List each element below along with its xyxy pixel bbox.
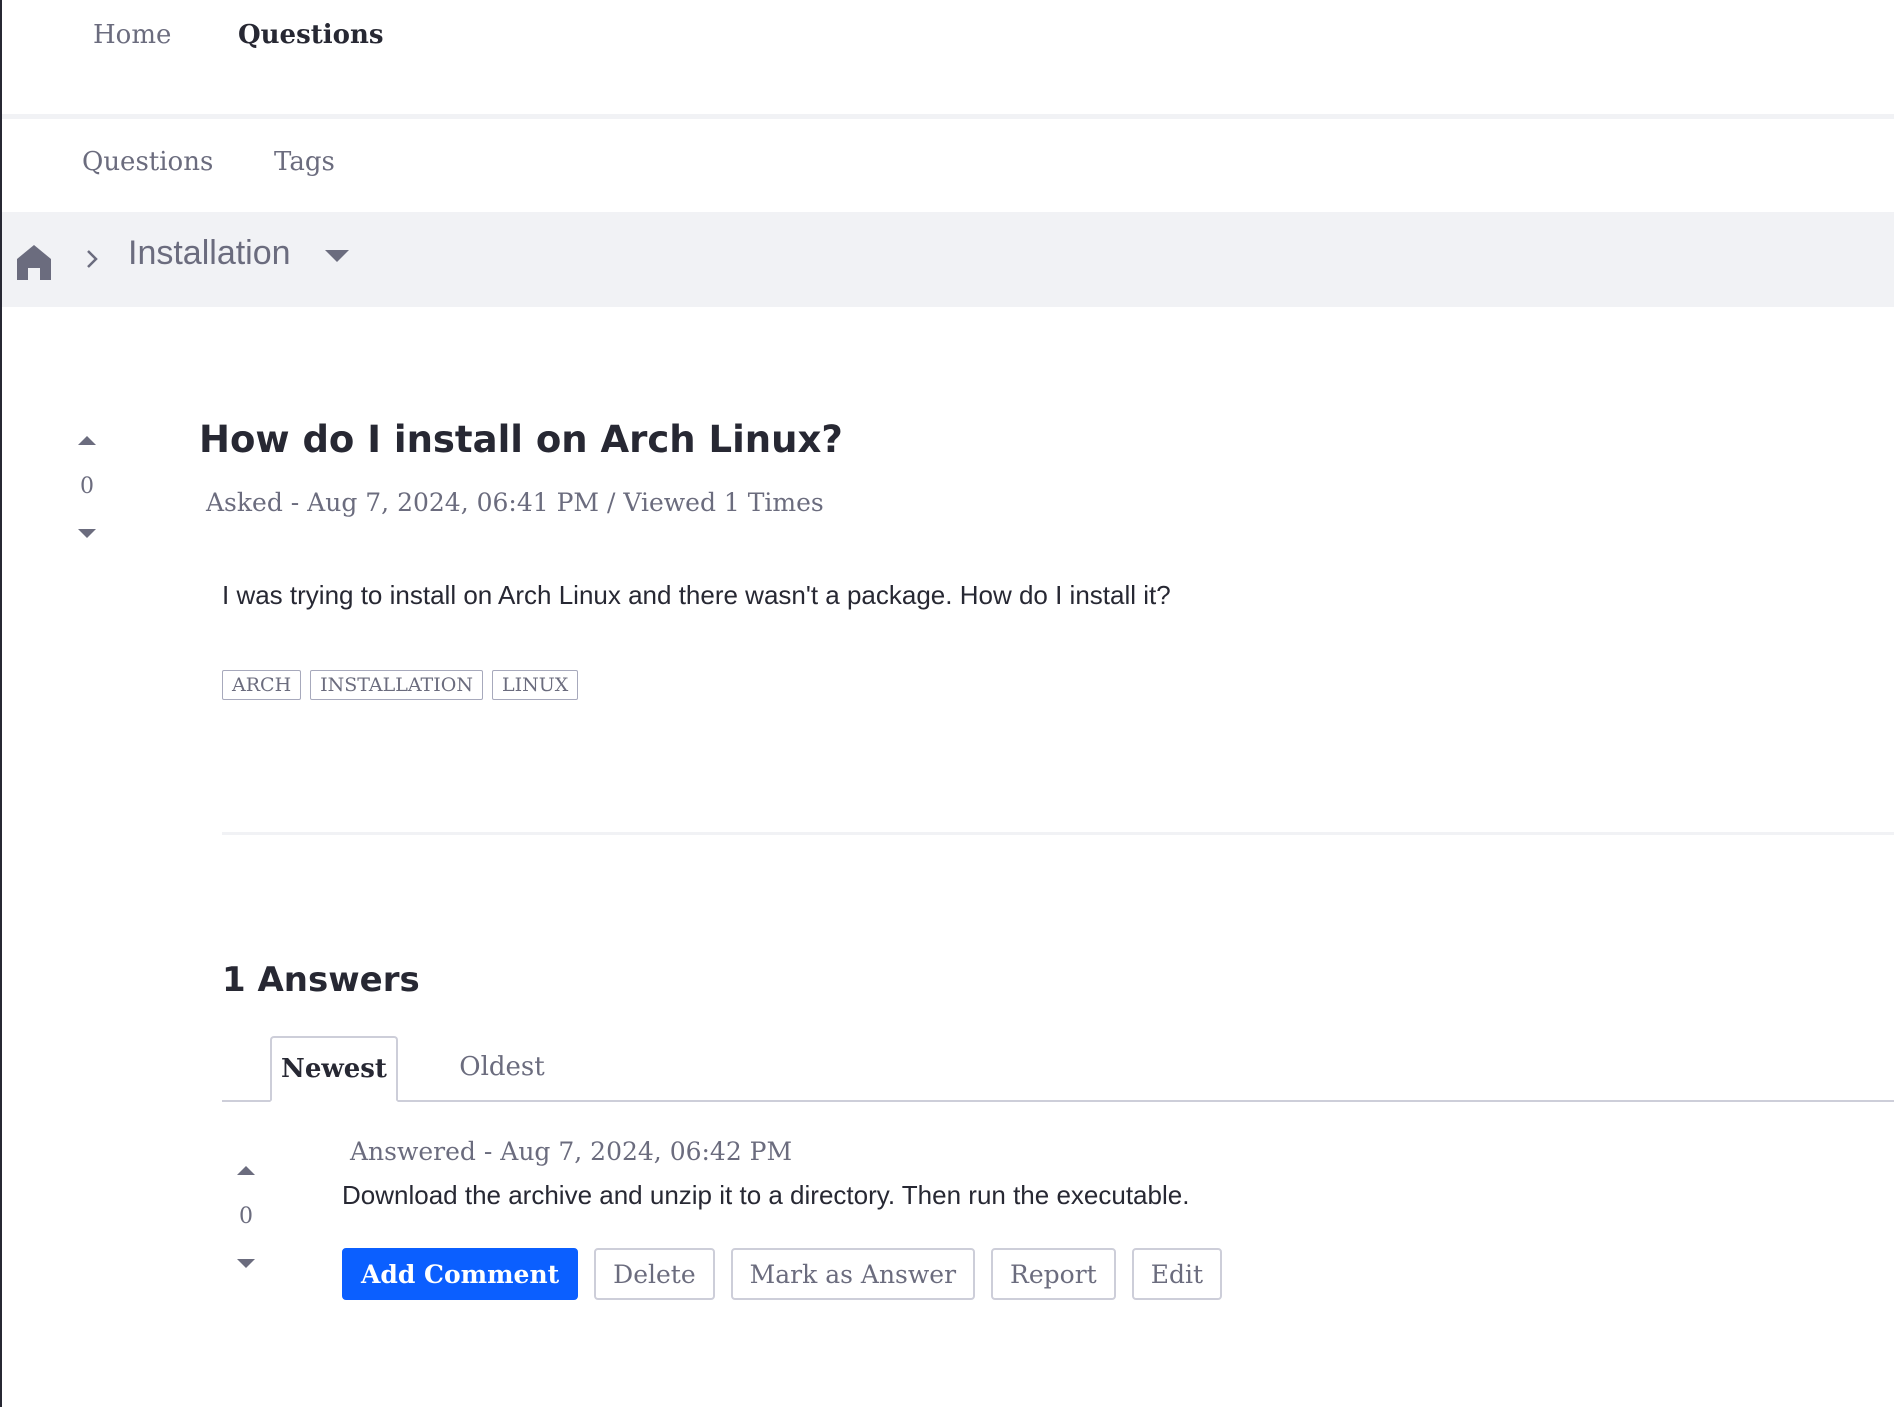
- question-asked-date: Asked - Aug 7, 2024, 06:41 PM: [206, 488, 600, 517]
- mark-as-answer-button[interactable]: Mark as Answer: [730, 1248, 976, 1300]
- answer-body: Download the archive and unzip it to a d…: [342, 1180, 1190, 1210]
- report-button[interactable]: Report: [991, 1248, 1116, 1300]
- vote-down-icon[interactable]: [75, 525, 99, 541]
- breadcrumb: Installation: [2, 212, 1894, 307]
- add-comment-button[interactable]: Add Comment: [342, 1248, 579, 1300]
- chevron-right-icon: [87, 250, 98, 268]
- answer-vote-control: 0: [216, 1162, 276, 1271]
- edit-button[interactable]: Edit: [1131, 1248, 1222, 1300]
- delete-button[interactable]: Delete: [594, 1248, 715, 1300]
- vote-up-icon[interactable]: [75, 432, 99, 448]
- tag-arch[interactable]: ARCH: [222, 670, 302, 700]
- answer-actions: Add Comment Delete Mark as Answer Report…: [342, 1248, 1222, 1300]
- subnav-tags-link[interactable]: Tags: [274, 147, 335, 177]
- breadcrumb-current[interactable]: Installation: [128, 234, 291, 273]
- answer-sort-tabs: Newest Oldest: [222, 1036, 1894, 1102]
- section-divider: [222, 832, 1894, 835]
- answers-count-heading: 1 Answers: [222, 960, 420, 1000]
- nav-home-link[interactable]: Home: [93, 20, 171, 50]
- question-vote-control: 0: [57, 432, 117, 541]
- tab-oldest[interactable]: Oldest: [442, 1036, 562, 1098]
- sub-navigation: Questions Tags: [2, 119, 1894, 212]
- top-navigation: Home Questions: [2, 0, 1894, 119]
- nav-questions-link[interactable]: Questions: [238, 20, 384, 50]
- answer-vote-count: 0: [239, 1204, 253, 1229]
- tag-linux[interactable]: LINUX: [491, 670, 579, 700]
- tag-installation[interactable]: INSTALLATION: [310, 670, 483, 700]
- subnav-questions-link[interactable]: Questions: [82, 147, 213, 177]
- question-view-count: Viewed 1 Times: [623, 488, 824, 517]
- caret-down-icon[interactable]: [322, 246, 352, 266]
- question-title: How do I install on Arch Linux?: [199, 418, 843, 461]
- tab-newest[interactable]: Newest: [270, 1036, 398, 1102]
- question-vote-count: 0: [80, 474, 94, 499]
- question-body: I was trying to install on Arch Linux an…: [222, 580, 1171, 610]
- home-icon[interactable]: [14, 242, 54, 282]
- question-tags: ARCH INSTALLATION LINUX: [222, 670, 579, 700]
- question-meta: Asked - Aug 7, 2024, 06:41 PM / Viewed 1…: [206, 488, 824, 517]
- meta-separator: /: [599, 488, 624, 517]
- answer-meta: Answered - Aug 7, 2024, 06:42 PM: [350, 1137, 793, 1166]
- vote-up-icon[interactable]: [234, 1162, 258, 1178]
- vote-down-icon[interactable]: [234, 1255, 258, 1271]
